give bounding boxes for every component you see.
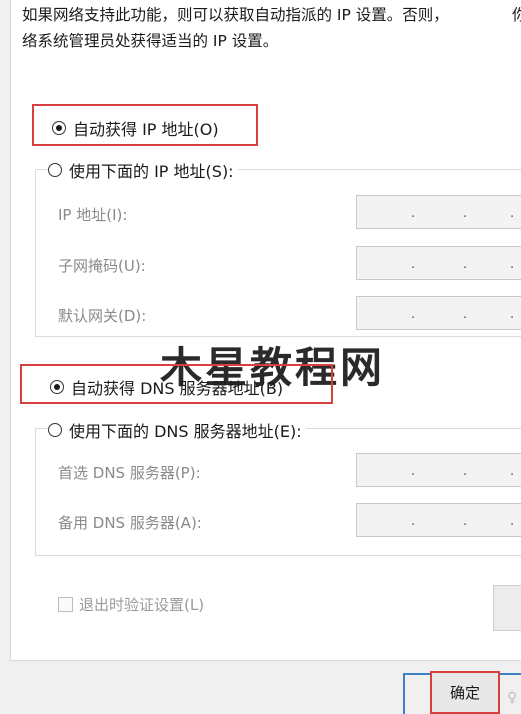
validate-on-exit-label: 退出时验证设置(L) bbox=[79, 596, 205, 614]
description-cut-char: 你 bbox=[512, 6, 521, 24]
validate-on-exit-option[interactable]: 退出时验证设置(L) bbox=[58, 594, 204, 615]
advanced-button[interactable] bbox=[493, 585, 521, 631]
ok-button[interactable]: 确定 bbox=[430, 671, 500, 714]
preferred-dns-input[interactable]: ... bbox=[356, 453, 521, 487]
description-line-2: 络系统管理员处获得适当的 IP 设置。 bbox=[22, 32, 279, 50]
ip-auto-label: 自动获得 IP 地址(O) bbox=[73, 120, 219, 139]
dns-auto-label: 自动获得 DNS 服务器地址(B) bbox=[71, 379, 284, 398]
ip-manual-radio-option[interactable]: 使用下面的 IP 地址(S): bbox=[48, 158, 238, 182]
preferred-dns-label: 首选 DNS 服务器(P): bbox=[58, 464, 201, 482]
dns-manual-label: 使用下面的 DNS 服务器地址(E): bbox=[69, 422, 302, 441]
dns-manual-radio-option[interactable]: 使用下面的 DNS 服务器地址(E): bbox=[48, 418, 306, 442]
description-text: 如果网络支持此功能，则可以获取自动指派的 IP 设置。否则， 络系统管理员处获得… bbox=[22, 2, 521, 54]
alternate-dns-label: 备用 DNS 服务器(A): bbox=[58, 514, 202, 532]
ip-address-label: IP 地址(I): bbox=[58, 206, 128, 224]
ip-address-input[interactable]: ... bbox=[356, 195, 521, 229]
corner-mark-icon: ♀ bbox=[507, 690, 518, 706]
ip-manual-label: 使用下面的 IP 地址(S): bbox=[69, 162, 234, 181]
dns-auto-radio[interactable] bbox=[50, 380, 64, 394]
validate-on-exit-checkbox[interactable] bbox=[58, 597, 73, 612]
ip-auto-radio-option[interactable]: 自动获得 IP 地址(O) bbox=[52, 116, 219, 140]
ip-manual-radio[interactable] bbox=[48, 163, 62, 177]
alternate-dns-input[interactable]: ... bbox=[356, 503, 521, 537]
ip-auto-radio[interactable] bbox=[52, 121, 66, 135]
dns-auto-radio-option[interactable]: 自动获得 DNS 服务器地址(B) bbox=[50, 375, 283, 399]
subnet-mask-label: 子网掩码(U): bbox=[58, 257, 146, 275]
subnet-mask-input[interactable]: ... bbox=[356, 246, 521, 280]
ok-button-label: 确定 bbox=[449, 684, 480, 702]
default-gateway-input[interactable]: ... bbox=[356, 296, 521, 330]
description-line-1: 如果网络支持此功能，则可以获取自动指派的 IP 设置。否则， bbox=[22, 6, 449, 24]
default-gateway-label: 默认网关(D): bbox=[58, 307, 147, 325]
dns-manual-radio[interactable] bbox=[48, 423, 62, 437]
